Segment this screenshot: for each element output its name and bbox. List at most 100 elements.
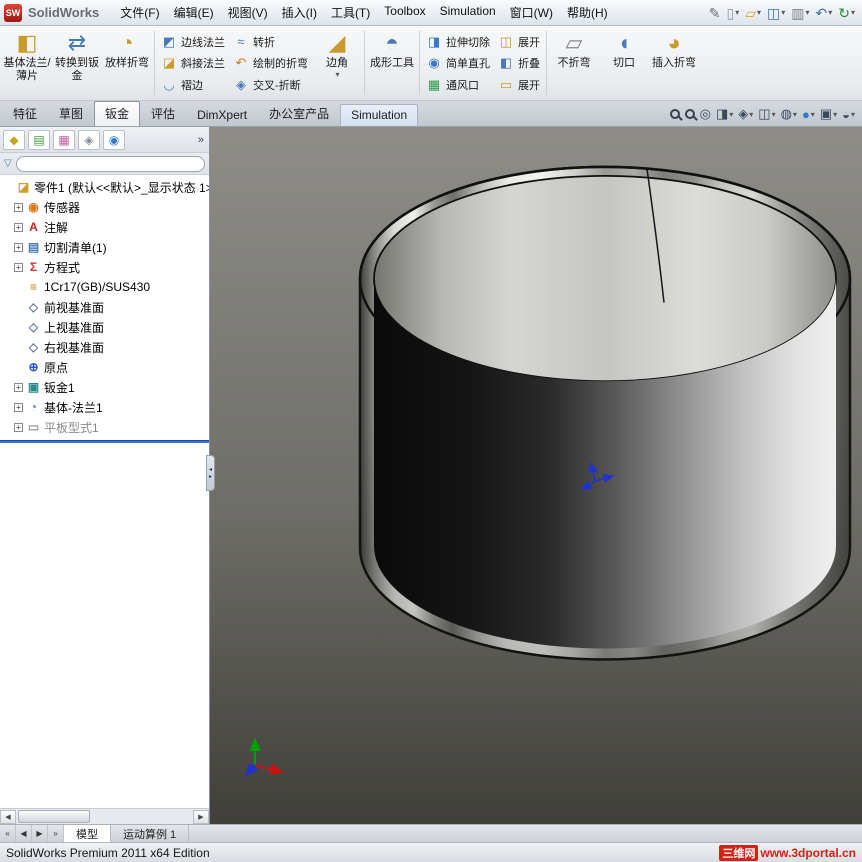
panel-tab-displaymanager[interactable]: ◉: [103, 129, 125, 150]
panel-tab-propertymanager[interactable]: ▤: [28, 129, 50, 150]
sheet-nav-last-button[interactable]: »: [48, 825, 64, 842]
tab-simulation[interactable]: Simulation: [340, 104, 419, 126]
tab-sketch[interactable]: 草图: [48, 101, 94, 126]
ribbon-convert-to-sheet-metal-button[interactable]: ⇄ 转换到钣金: [52, 28, 102, 98]
panel-tabs-overflow-chevron[interactable]: »: [198, 134, 206, 146]
tree-item-material[interactable]: ≡ 1Cr17(GB)/SUS430: [0, 277, 209, 297]
scroll-left-icon[interactable]: [0, 809, 16, 824]
expander-icon[interactable]: +: [14, 202, 23, 212]
tree-item-cut-list[interactable]: + ▤ 切割清单(1): [0, 237, 209, 257]
tree-filter-input[interactable]: [15, 155, 205, 172]
ribbon-sketched-bend-button[interactable]: ↶ 绘制的折弯: [231, 55, 310, 71]
viewtool-edit-appearance-button[interactable]: ● ▾: [801, 106, 816, 123]
viewtool-zoom-previous-button[interactable]: ◎: [699, 105, 712, 123]
viewtool-view-settings-button[interactable]: ◒ ▾: [841, 106, 856, 123]
toolbar-open-folder-button[interactable]: ▱ ▾: [742, 4, 764, 22]
panel-horizontal-scrollbar[interactable]: [0, 808, 209, 824]
scrollbar-thumb[interactable]: [18, 809, 90, 823]
ribbon-simple-hole-button[interactable]: ◉ 简单直孔: [424, 55, 492, 71]
ribbon-flatten-button[interactable]: ▭ 展开: [496, 77, 542, 93]
panel-tab-featuremanager[interactable]: ◆: [3, 129, 25, 150]
expander-icon[interactable]: +: [14, 382, 23, 392]
tree-item-part-root[interactable]: ◪ 零件1 (默认<<默认>_显示状态 1>: [0, 177, 209, 197]
tab-features[interactable]: 特征: [2, 101, 48, 126]
viewport-canvas[interactable]: [210, 127, 862, 824]
menu-file[interactable]: 文件(F): [113, 0, 166, 25]
viewtool-hide-show-items-button[interactable]: ◍ ▾: [780, 105, 798, 123]
tree-item-origin[interactable]: ⊕ 原点: [0, 357, 209, 377]
sheet-tab-model[interactable]: 模型: [64, 825, 111, 842]
viewtool-display-style-button[interactable]: ◫ ▾: [757, 105, 776, 123]
expander-icon[interactable]: +: [14, 422, 23, 432]
tab-dimxpert[interactable]: DimXpert: [186, 104, 258, 126]
dropdown-caret-icon: ▾: [833, 109, 838, 119]
tree-item-label: 传感器: [44, 200, 81, 215]
tab-office-products[interactable]: 办公室产品: [258, 101, 340, 126]
panel-tab-dimxpertmanager[interactable]: ◈: [78, 129, 100, 150]
sheet-nav-next-button[interactable]: ▶: [32, 825, 48, 842]
ribbon-rip-button[interactable]: ◖ 切口: [599, 28, 649, 98]
ribbon-extruded-cut-button[interactable]: ◨ 拉伸切除: [424, 34, 492, 50]
tree-item-equations[interactable]: + Σ 方程式: [0, 257, 209, 277]
tab-sheet-metal[interactable]: 钣金: [94, 101, 141, 126]
ribbon-base-flange-button[interactable]: ◧ 基体法兰/薄片: [2, 28, 52, 98]
viewtool-view-orientation-button[interactable]: ◈ ▾: [737, 105, 754, 123]
ribbon-forming-tool-button[interactable]: ◓ 成形工具: [367, 28, 417, 98]
panel-splitter-handle[interactable]: [206, 455, 215, 491]
ribbon-corners-button[interactable]: ◢ 边角 ▾: [312, 28, 362, 98]
viewtool-apply-scene-button[interactable]: ▣ ▾: [819, 105, 838, 123]
tree-item-sensors[interactable]: + ◉ 传感器: [0, 197, 209, 217]
viewtool-section-view-button[interactable]: ◨ ▾: [715, 105, 734, 123]
tree-item-front-plane[interactable]: ◇ 前视基准面: [0, 297, 209, 317]
tree-item-annotations[interactable]: + A 注解: [0, 217, 209, 237]
ribbon-fold-button[interactable]: ◧ 折叠: [496, 55, 542, 71]
new-document-icon: ▯: [726, 4, 735, 21]
menu-simulation[interactable]: Simulation: [433, 0, 503, 25]
tree-item-sheet-metal-1[interactable]: + ▣ 钣金1: [0, 377, 209, 397]
toolbar-undo-button[interactable]: ↶ ▾: [813, 4, 836, 22]
menu-view[interactable]: 视图(V): [221, 0, 275, 25]
viewtool-zoom-fit-button[interactable]: [669, 108, 681, 120]
viewtool-zoom-area-button[interactable]: [684, 108, 696, 120]
menu-window[interactable]: 窗口(W): [503, 0, 560, 25]
ribbon-insert-bends-button[interactable]: ◕ 插入折弯: [649, 28, 699, 98]
toolbar-new-document-button[interactable]: ▯ ▾: [723, 4, 742, 22]
tab-evaluate[interactable]: 评估: [140, 101, 186, 126]
ribbon-lofted-bend-button[interactable]: ◔ 放样折弯: [102, 28, 152, 98]
ribbon-miter-flange-button[interactable]: ◪ 斜接法兰: [159, 55, 227, 71]
sheet-nav-prev-button[interactable]: ◀: [16, 825, 32, 842]
scroll-right-icon[interactable]: [193, 809, 209, 824]
toolbar-pen-button[interactable]: ✎: [706, 4, 724, 22]
expander-icon[interactable]: +: [14, 242, 23, 252]
tree-item-base-flange-1[interactable]: + ◔ 基体-法兰1: [0, 397, 209, 417]
toolbar-rebuild-button[interactable]: ↻ ▾: [835, 4, 858, 22]
menu-tools[interactable]: 工具(T): [324, 0, 377, 25]
menu-help[interactable]: 帮助(H): [560, 0, 615, 25]
ribbon-vent-button[interactable]: ▦ 通风口: [424, 77, 492, 93]
expander-icon[interactable]: +: [14, 402, 23, 412]
expander-icon[interactable]: +: [14, 262, 23, 272]
ribbon-hem-button[interactable]: ◡ 褶边: [159, 77, 227, 93]
tree-item-right-plane[interactable]: ◇ 右视基准面: [0, 337, 209, 357]
menu-insert[interactable]: 插入(I): [275, 0, 324, 25]
ribbon-no-bends-button[interactable]: ▱ 不折弯: [549, 28, 599, 98]
ribbon-unfold-button[interactable]: ◫ 展开: [496, 34, 542, 50]
menu-toolbox[interactable]: Toolbox: [377, 0, 432, 25]
rollback-bar[interactable]: [0, 440, 209, 443]
ribbon-cross-break-button[interactable]: ◈ 交叉-折断: [231, 77, 310, 93]
toolbar-print-button[interactable]: ▥ ▾: [788, 4, 812, 22]
part-ring[interactable]: [358, 165, 852, 661]
menu-edit[interactable]: 编辑(E): [167, 0, 221, 25]
sheet-nav-first-button[interactable]: «: [0, 825, 16, 842]
expander-icon[interactable]: +: [14, 222, 23, 232]
scrollbar-track[interactable]: [16, 809, 193, 824]
tree-item-top-plane[interactable]: ◇ 上视基准面: [0, 317, 209, 337]
toolbar-save-button[interactable]: ◫ ▾: [764, 4, 788, 22]
sheet-tab-motion-study-1[interactable]: 运动算例 1: [111, 825, 190, 842]
tree-item-flat-pattern-1[interactable]: + ▭ 平板型式1: [0, 417, 209, 437]
viewport[interactable]: [210, 127, 862, 824]
inner-rim-edge[interactable]: [373, 174, 837, 383]
ribbon-jog-button[interactable]: ≈ 转折: [231, 34, 310, 50]
ribbon-edge-flange-button[interactable]: ◩ 边线法兰: [159, 34, 227, 50]
panel-tab-configurationmanager[interactable]: ▦: [53, 129, 75, 150]
